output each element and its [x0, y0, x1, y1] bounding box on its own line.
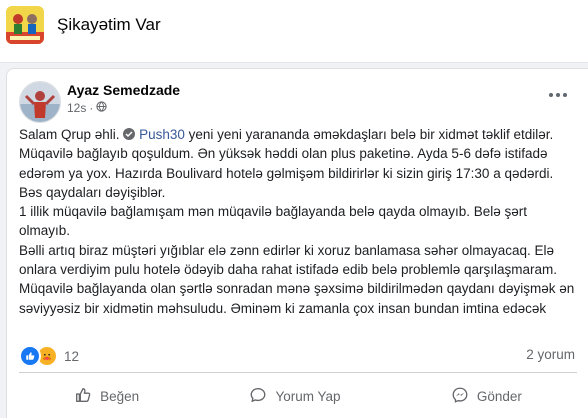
globe-icon	[96, 101, 107, 115]
avatar[interactable]	[19, 81, 61, 123]
brand-link[interactable]: Push30	[139, 127, 185, 142]
post-card: Ayaz Semedzade 12s · Salam Qrup əhli. Pu…	[6, 68, 588, 418]
group-logo-icon[interactable]	[6, 6, 44, 44]
reactions-summary[interactable]: 12	[19, 345, 79, 367]
thumbs-up-icon	[74, 386, 92, 407]
checkmark-icon	[123, 127, 136, 142]
divider	[19, 372, 577, 373]
author-name[interactable]: Ayaz Semedzade	[67, 82, 180, 98]
post-meta: 12s ·	[67, 101, 107, 115]
comment-label: Yorum Yap	[275, 388, 341, 404]
comment-button[interactable]: Yorum Yap	[239, 382, 350, 411]
messenger-icon	[451, 386, 469, 407]
reaction-count: 12	[64, 348, 80, 364]
post-time[interactable]: 12s	[67, 101, 86, 115]
more-icon[interactable]	[549, 91, 569, 99]
post-body: Müqavilə bağlayıb qoşuldum. Ən yüksək hə…	[19, 146, 575, 316]
comment-bubble-icon	[249, 386, 267, 407]
group-header: Şikayətim Var	[0, 0, 588, 63]
post-text: Salam Qrup əhli. Push30 yeni yeni yarana…	[19, 125, 579, 318]
post-intro: Salam Qrup əhli.	[19, 127, 124, 142]
like-reaction-icon	[19, 345, 41, 367]
action-bar: Beğen Yorum Yap Gönder	[19, 379, 577, 413]
like-button[interactable]: Beğen	[64, 382, 149, 411]
post-body-first: yeni yeni yarananda əməkdaşları belə bir…	[184, 127, 554, 142]
send-label: Gönder	[476, 388, 522, 404]
group-name[interactable]: Şikayətim Var	[57, 15, 161, 35]
comment-count[interactable]: 2 yorum	[526, 347, 575, 362]
like-label: Beğen	[100, 388, 140, 404]
send-button[interactable]: Gönder	[441, 382, 532, 411]
